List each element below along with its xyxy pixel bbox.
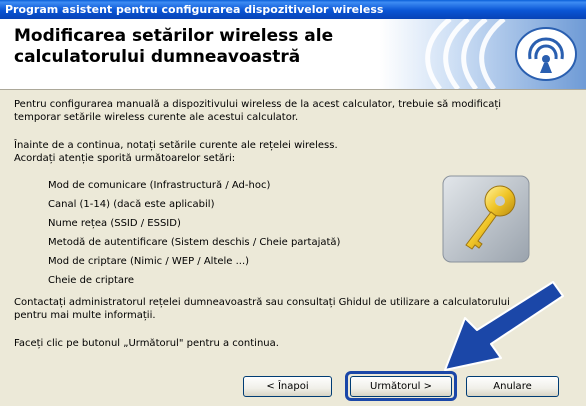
wireless-signal-icon (380, 19, 586, 89)
setting-item: Canal (1-14) (dacă este aplicabil) (48, 199, 215, 210)
wizard-header: Modificarea setărilor wireless ale calcu… (0, 19, 586, 90)
instruction-text: Faceți clic pe butonul „Următorul" pentr… (14, 338, 279, 349)
note-text-line1: Înainte de a continua, notați setările c… (14, 140, 338, 151)
intro-text-line2: temporar setările wireless curente ale a… (14, 112, 299, 123)
page-title: Modificarea setărilor wireless ale calcu… (14, 26, 354, 68)
setting-item: Mod de criptare (Nimic / WEP / Altele ..… (48, 256, 250, 267)
pointer-arrow-icon (444, 281, 564, 371)
setting-item: Metodă de autentificare (Sistem deschis … (48, 237, 341, 248)
page-title-line1: Modificarea setărilor wireless ale (14, 26, 334, 46)
setting-item: Cheie de criptare (48, 275, 135, 286)
note-text-line2: Acordați atenție sporită următoarelor se… (14, 153, 236, 164)
back-button[interactable]: < Înapoi (243, 376, 332, 397)
wizard-window: Program asistent pentru configurarea dis… (0, 0, 586, 406)
window-title: Program asistent pentru configurarea dis… (5, 3, 384, 16)
page-title-line2: calculatorului dumneavoastră (14, 47, 301, 67)
wizard-body: Pentru configurarea manuală a dispozitiv… (0, 90, 586, 406)
setting-item: Nume rețea (SSID / ESSID) (48, 218, 181, 229)
title-bar[interactable]: Program asistent pentru configurarea dis… (0, 0, 586, 19)
intro-text-line1: Pentru configurarea manuală a dispozitiv… (14, 99, 502, 110)
setting-item: Mod de comunicare (Infrastructură / Ad-h… (48, 180, 271, 191)
contact-text-line2: pentru mai multe informații. (14, 310, 156, 321)
key-icon (442, 175, 530, 263)
